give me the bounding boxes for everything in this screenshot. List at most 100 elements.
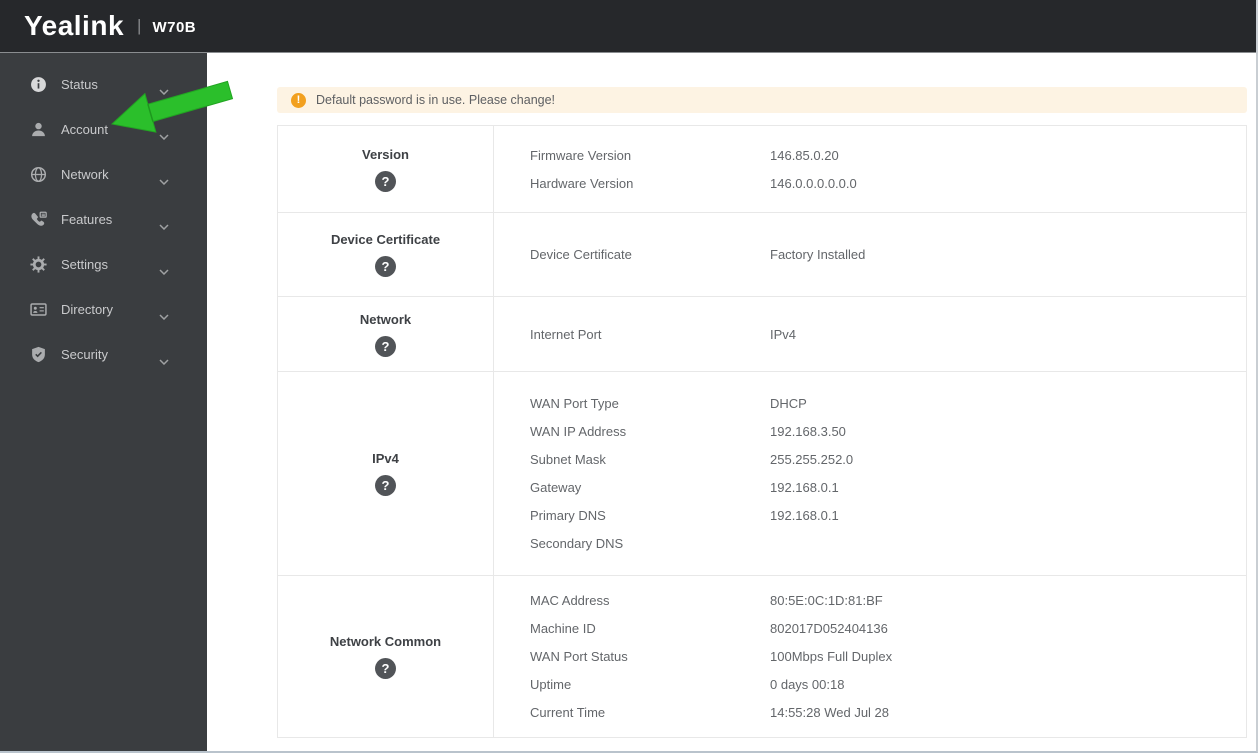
row-label: Device Certificate [530,247,632,262]
row-label: Current Time [530,705,606,720]
sidebar-item-settings[interactable]: Settings [0,242,207,287]
help-icon[interactable]: ? [375,256,396,277]
section-rows: Firmware Version 146.85.0.20 Hardware Ve… [494,126,1246,212]
contact-card-icon [30,301,47,318]
help-icon[interactable]: ? [375,170,396,192]
section-rows: MAC Address 80:5E:0C:1D:81:BF Machine ID… [494,576,1246,737]
table-row: Uptime 0 days 00:18 [530,671,1246,699]
sidebar-item-label: Features [61,212,113,227]
row-label: WAN Port Status [530,649,628,664]
sidebar-item-label: Status [61,77,98,92]
row-label: Subnet Mask [530,452,606,467]
row-label: WAN Port Type [530,396,619,411]
row-label: Gateway [530,480,582,495]
table-row: WAN Port Type DHCP [530,390,1246,418]
table-row: Subnet Mask 255.255.252.0 [530,446,1246,474]
sidebar-item-status[interactable]: Status [0,62,207,107]
row-value: 255.255.252.0 [770,452,854,467]
row-value: IPv4 [770,326,797,342]
globe-icon [30,166,47,183]
chevron-down-icon [159,127,169,145]
sidebar-item-label: Account [61,122,108,137]
table-row: Primary DNS 192.168.0.1 [530,502,1246,530]
warning-icon: ! [291,92,306,108]
status-info-table: Version ? Firmware Version 146.85.0.20 H… [277,125,1247,738]
row-value: 146.85.0.20 [770,147,839,163]
help-icon[interactable]: ? [375,335,396,357]
help-icon[interactable]: ? [375,658,396,679]
sidebar-item-network[interactable]: Network [0,152,207,197]
top-header-bar: Yealink | W70B [0,0,1256,52]
section-header-cell: Network ? [278,297,494,371]
table-row: Firmware Version 146.85.0.20 [530,141,1246,169]
row-value: 80:5E:0C:1D:81:BF [770,593,883,608]
row-value: 192.168.0.1 [770,480,839,495]
section-title: IPv4 [372,451,399,466]
row-value: 146.0.0.0.0.0.0 [770,175,857,191]
chevron-down-icon [159,352,169,370]
section-ipv4: IPv4 ? WAN Port Type DHCP WAN IP Address… [278,371,1246,575]
row-value: 0 days 00:18 [770,677,845,692]
section-title: Network [359,311,412,327]
sidebar-item-account[interactable]: Account [0,107,207,152]
main-content: ! Default password is in use. Please cha… [207,52,1256,751]
info-icon [30,76,47,93]
row-label: Secondary DNS [530,536,624,551]
chevron-down-icon [159,262,169,280]
table-row: Hardware Version 146.0.0.0.0.0.0 [530,169,1246,197]
chevron-down-icon [159,307,169,325]
row-value: 100Mbps Full Duplex [770,649,893,664]
row-value: Factory Installed [770,247,866,262]
chevron-down-icon [159,172,169,190]
section-header-cell: Network Common ? [278,576,494,737]
table-row: Internet Port IPv4 [530,320,1246,348]
row-label: Primary DNS [530,508,606,523]
section-header-cell: Device Certificate ? [278,213,494,296]
table-row: Gateway 192.168.0.1 [530,474,1246,502]
sidebar-item-label: Security [61,347,108,362]
section-header-cell: IPv4 ? [278,372,494,575]
chevron-down-icon [159,82,169,100]
sidebar-item-directory[interactable]: Directory [0,287,207,332]
section-title: Network Common [329,634,442,649]
yealink-admin-page: Yealink | W70B Status Account Network Fe… [0,0,1258,753]
row-label: MAC Address [530,593,610,608]
sidebar-item-label: Settings [61,257,108,272]
user-icon [30,121,47,138]
section-device-certificate: Device Certificate ? Device Certificate … [278,212,1246,296]
row-value: 192.168.0.1 [770,508,839,523]
table-row: Current Time 14:55:28 Wed Jul 28 [530,699,1246,727]
help-icon[interactable]: ? [375,475,396,496]
row-value: 14:55:28 Wed Jul 28 [770,705,890,720]
row-label: Uptime [530,677,572,692]
row-label: Machine ID [530,621,596,636]
default-password-warning-banner: ! Default password is in use. Please cha… [277,87,1247,113]
chevron-down-icon [159,217,169,235]
sidebar-item-security[interactable]: Security [0,332,207,377]
row-value: DHCP [770,396,807,411]
sidebar-item-label: Network [61,167,109,182]
sidebar-nav: Status Account Network Features Settings… [0,52,207,751]
row-label: WAN IP Address [530,424,627,439]
phone-icon [30,211,47,228]
section-network: Network ? Internet Port IPv4 [278,296,1246,371]
table-row: Secondary DNS [530,530,1246,558]
section-version: Version ? Firmware Version 146.85.0.20 H… [278,126,1246,212]
section-rows: Internet Port IPv4 [494,297,1246,371]
yealink-logo: Yealink [24,10,125,41]
device-model-label: W70B [152,19,197,36]
section-title: Device Certificate [330,232,441,247]
section-title: Version [362,146,409,162]
sidebar-item-features[interactable]: Features [0,197,207,242]
row-value: 802017D052404136 [770,621,888,636]
table-row: WAN IP Address 192.168.3.50 [530,418,1246,446]
table-row: WAN Port Status 100Mbps Full Duplex [530,643,1246,671]
row-label: Firmware Version [530,147,632,163]
table-row: Device Certificate Factory Installed [530,241,1246,269]
section-rows: Device Certificate Factory Installed [494,213,1246,296]
logo-divider: | [137,16,142,35]
row-label: Internet Port [530,326,602,342]
section-rows: WAN Port Type DHCP WAN IP Address 192.16… [494,372,1246,575]
sidebar-item-label: Directory [61,302,114,317]
row-value: 192.168.3.50 [770,424,846,439]
